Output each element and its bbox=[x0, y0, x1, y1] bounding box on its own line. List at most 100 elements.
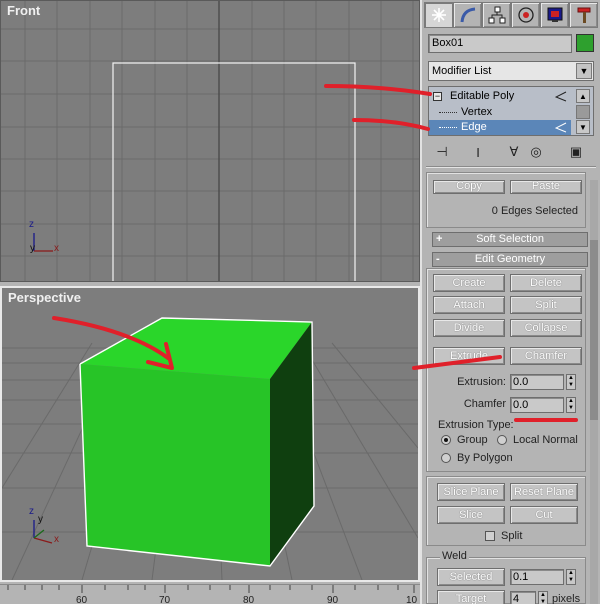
stack-item-label: Editable Poly bbox=[450, 90, 515, 102]
time-ruler[interactable]: 60 70 80 90 10 bbox=[0, 584, 420, 604]
stack-item-edge[interactable]: Edge bbox=[429, 120, 571, 135]
weld-target-pixels-input[interactable]: 4 bbox=[510, 591, 536, 604]
light-bulb-toggle-icon[interactable] bbox=[555, 122, 567, 133]
soft-selection-rollout-header[interactable]: + Soft Selection bbox=[432, 232, 588, 247]
display-icon bbox=[547, 7, 562, 22]
create-button[interactable]: Create bbox=[433, 274, 505, 292]
hierarchy-tab[interactable] bbox=[482, 2, 511, 28]
paste-button[interactable]: Paste bbox=[510, 180, 582, 194]
tick-label: 10 bbox=[406, 595, 418, 604]
axis-z-label: z bbox=[29, 506, 34, 517]
tree-connector bbox=[439, 127, 457, 128]
chamfer-spinner[interactable]: ▲ ▼ bbox=[566, 397, 576, 413]
split-button[interactable]: Split bbox=[510, 296, 582, 314]
pixels-label: pixels bbox=[552, 593, 581, 604]
edit-geometry-rollout-header[interactable]: - Edit Geometry bbox=[432, 252, 588, 267]
split-checkbox-label: Split bbox=[501, 530, 523, 542]
weld-target-button[interactable]: Target bbox=[437, 590, 505, 604]
slice-button[interactable]: Slice bbox=[437, 506, 505, 524]
slice-plane-button[interactable]: Slice Plane bbox=[437, 483, 505, 501]
green-box bbox=[79, 317, 315, 567]
axis-z-label: z bbox=[29, 219, 34, 230]
attach-button[interactable]: Attach bbox=[433, 296, 505, 314]
weld-selected-button[interactable]: Selected bbox=[437, 568, 505, 586]
utilities-icon bbox=[577, 7, 590, 23]
weld-threshold-input[interactable]: 0.1 bbox=[510, 569, 564, 585]
utilities-tab[interactable] bbox=[569, 2, 598, 28]
configure-modifier-sets-button[interactable]: ▣ bbox=[566, 143, 586, 161]
tick-label: 70 bbox=[159, 595, 171, 604]
object-name-field[interactable]: Box01 bbox=[428, 34, 572, 53]
rollout-title: Soft Selection bbox=[476, 233, 544, 245]
tick-label: 90 bbox=[327, 595, 339, 604]
radio-group[interactable] bbox=[441, 435, 451, 445]
configure-icon: ▣ bbox=[569, 144, 583, 159]
divide-button[interactable]: Divide bbox=[433, 319, 505, 337]
show-end-result-button[interactable]: Ι bbox=[468, 143, 488, 161]
trash-icon: ◎ bbox=[530, 144, 542, 159]
extrude-button[interactable]: Extrude bbox=[433, 347, 505, 365]
chamfer-button[interactable]: Chamfer bbox=[510, 347, 582, 365]
stack-item-editable-poly[interactable]: − Editable Poly bbox=[429, 89, 571, 104]
stack-scroll-down-button[interactable]: ▼ bbox=[576, 120, 590, 134]
reset-plane-button[interactable]: Reset Plane bbox=[510, 483, 578, 501]
modify-icon bbox=[460, 7, 475, 23]
radio-local-normal[interactable] bbox=[497, 435, 507, 445]
weld-target-spinner[interactable]: ▲ ▼ bbox=[538, 591, 548, 604]
extrusion-label: Extrusion: bbox=[457, 376, 506, 388]
remove-modifier-button[interactable]: ◎ bbox=[526, 143, 546, 161]
axis-x-label: x bbox=[54, 243, 59, 254]
chevron-down-icon: ▼ bbox=[576, 63, 592, 79]
create-icon bbox=[431, 8, 446, 22]
modifier-list-dropdown[interactable]: Modifier List ▼ bbox=[428, 61, 594, 81]
copy-button[interactable]: Copy bbox=[433, 180, 505, 194]
selection-status: 0 Edges Selected bbox=[491, 205, 578, 217]
cut-button[interactable]: Cut bbox=[510, 506, 578, 524]
show-end-result-icon: Ι bbox=[476, 144, 480, 160]
axis-y-label: y bbox=[38, 514, 43, 525]
box-front-outline bbox=[112, 62, 356, 281]
front-viewport-label[interactable]: Front bbox=[7, 3, 40, 18]
axis-y-label: y bbox=[30, 243, 35, 254]
create-tab[interactable] bbox=[424, 2, 453, 28]
axis-x-label: x bbox=[54, 534, 59, 545]
motion-tab[interactable] bbox=[511, 2, 540, 28]
light-bulb-toggle-icon[interactable] bbox=[555, 91, 567, 102]
command-panel-scrollbar[interactable] bbox=[590, 180, 598, 604]
pin-icon: ⊣ bbox=[436, 144, 448, 159]
tick-label: 60 bbox=[76, 595, 88, 604]
radio-by-polygon-label: By Polygon bbox=[457, 452, 513, 464]
stack-scrollbar-thumb[interactable] bbox=[576, 105, 590, 119]
stack-item-label: Edge bbox=[461, 121, 487, 133]
modifier-stack[interactable]: − Editable Poly Vertex Edge ▲ ▼ bbox=[428, 86, 594, 136]
extrusion-amount-input[interactable]: 0.0 bbox=[510, 374, 564, 390]
modifier-list-label: Modifier List bbox=[432, 65, 492, 77]
modify-tab[interactable] bbox=[453, 2, 482, 28]
make-unique-button[interactable]: ∀ bbox=[504, 143, 524, 161]
radio-by-polygon[interactable] bbox=[441, 453, 451, 463]
front-grid bbox=[1, 1, 419, 281]
radio-group-label: Group bbox=[457, 434, 488, 446]
perspective-viewport-label[interactable]: Perspective bbox=[8, 290, 81, 305]
split-checkbox[interactable] bbox=[485, 531, 495, 541]
scrollbar-thumb[interactable] bbox=[590, 240, 598, 420]
collapse-toggle-icon[interactable]: − bbox=[433, 92, 442, 101]
collapse-button[interactable]: Collapse bbox=[510, 319, 582, 337]
front-viewport[interactable]: Front z y x bbox=[0, 0, 420, 282]
extrusion-type-label: Extrusion Type: bbox=[438, 419, 514, 431]
weld-group-title: Weld bbox=[440, 550, 469, 562]
object-color-swatch[interactable] bbox=[576, 34, 594, 52]
pin-stack-button[interactable]: ⊣ bbox=[432, 143, 452, 161]
chamfer-amount-input[interactable]: 0.0 bbox=[510, 397, 564, 413]
stack-scroll-up-button[interactable]: ▲ bbox=[576, 89, 590, 103]
stack-item-vertex[interactable]: Vertex bbox=[429, 105, 571, 120]
weld-threshold-spinner[interactable]: ▲ ▼ bbox=[566, 569, 576, 585]
delete-button[interactable]: Delete bbox=[510, 274, 582, 292]
display-tab[interactable] bbox=[540, 2, 569, 28]
radio-local-normal-label: Local Normal bbox=[513, 434, 578, 446]
stack-item-label: Vertex bbox=[461, 106, 493, 118]
perspective-scene bbox=[2, 317, 418, 580]
extrusion-spinner[interactable]: ▲ ▼ bbox=[566, 374, 576, 390]
perspective-viewport[interactable]: Perspective z y x bbox=[0, 286, 420, 582]
rollout-title: Edit Geometry bbox=[474, 253, 546, 265]
